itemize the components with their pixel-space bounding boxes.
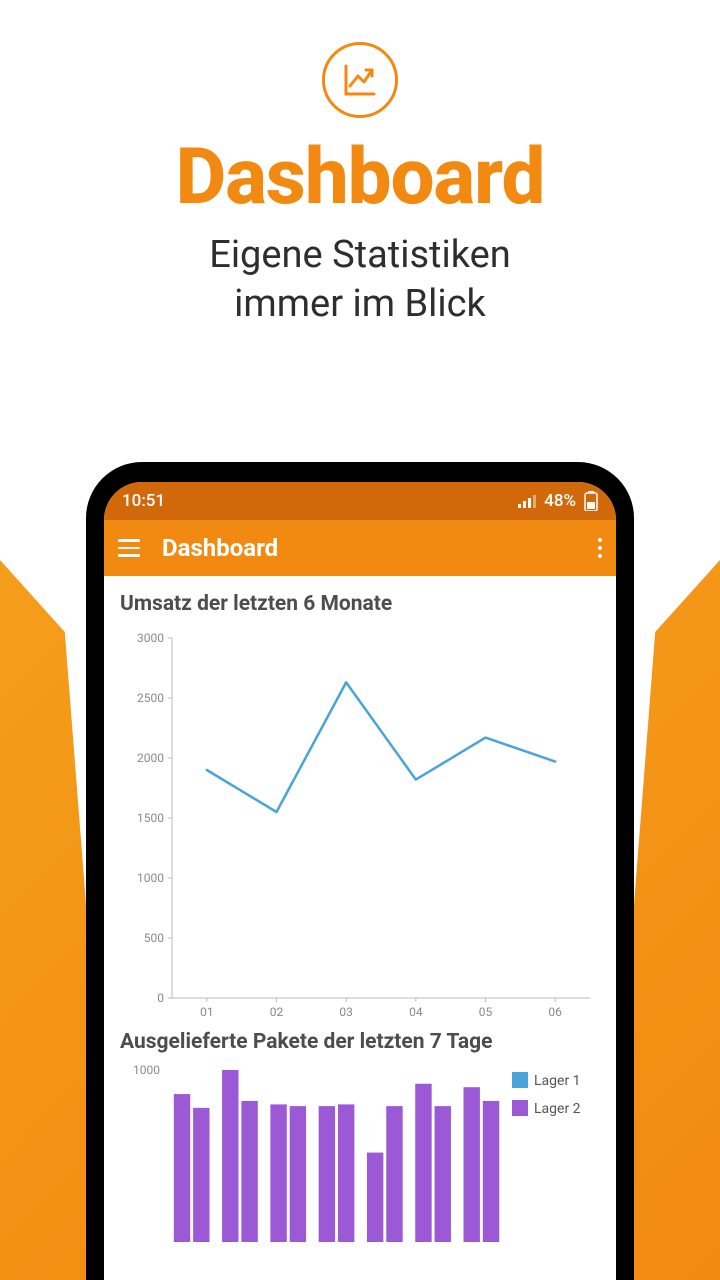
appbar-title: Dashboard	[162, 534, 576, 562]
chart-revenue-title: Umsatz der letzten 6 Monate	[120, 592, 600, 616]
promo-section: Dashboard Eigene Statistiken immer im Bl…	[0, 0, 720, 328]
promo-title: Dashboard	[0, 132, 720, 223]
svg-text:2500: 2500	[137, 691, 164, 705]
menu-button[interactable]	[118, 537, 140, 560]
svg-text:03: 03	[339, 1005, 353, 1019]
battery-icon	[584, 491, 598, 511]
svg-text:1000: 1000	[133, 1063, 160, 1077]
dashboard-content: Umsatz der letzten 6 Monate 0 500 1000 1500…	[104, 576, 616, 1280]
chart-packages-title: Ausgelieferte Pakete der letzten 7 Tage	[120, 1030, 600, 1054]
svg-text:3000: 3000	[137, 631, 164, 645]
signal-icon	[518, 494, 536, 508]
chart-packages: Ausgelieferte Pakete der letzten 7 Tage …	[120, 1030, 600, 1242]
status-bar: 10:51 48%	[104, 482, 616, 520]
status-battery-text: 48%	[544, 491, 576, 511]
status-time: 10:51	[122, 491, 165, 511]
promo-subtitle: Eigene Statistiken immer im Blick	[0, 231, 720, 328]
promo-subtitle-line1: Eigene Statistiken	[209, 233, 511, 277]
legend-lager-2: Lager 2	[534, 1101, 581, 1117]
legend-lager-1: Lager 1	[534, 1073, 581, 1089]
svg-text:500: 500	[144, 931, 164, 945]
svg-text:05: 05	[479, 1005, 493, 1019]
chart-icon	[322, 42, 398, 118]
svg-text:2000: 2000	[137, 751, 164, 765]
phone-frame: 10:51 48%	[86, 462, 634, 1280]
svg-text:01: 01	[200, 1005, 214, 1019]
chart-revenue: Umsatz der letzten 6 Monate 0 500 1000 1500…	[120, 592, 600, 1024]
chart-revenue-plot: 0 500 1000 1500 2000 2500 3000 01 02 03 04 05 06	[120, 624, 600, 1024]
app-bar: Dashboard	[104, 520, 616, 576]
svg-text:02: 02	[270, 1005, 284, 1019]
svg-text:06: 06	[548, 1005, 562, 1019]
svg-text:04: 04	[409, 1005, 423, 1019]
svg-text:1500: 1500	[137, 811, 164, 825]
chart-packages-plot: 1000 Lager 1 Lager 2	[120, 1062, 600, 1242]
svg-text:1000: 1000	[137, 871, 164, 885]
overflow-menu-button[interactable]	[598, 536, 602, 560]
phone-screen: 10:51 48%	[104, 482, 616, 1280]
promo-subtitle-line2: immer im Blick	[234, 282, 486, 326]
svg-text:0: 0	[157, 991, 164, 1005]
